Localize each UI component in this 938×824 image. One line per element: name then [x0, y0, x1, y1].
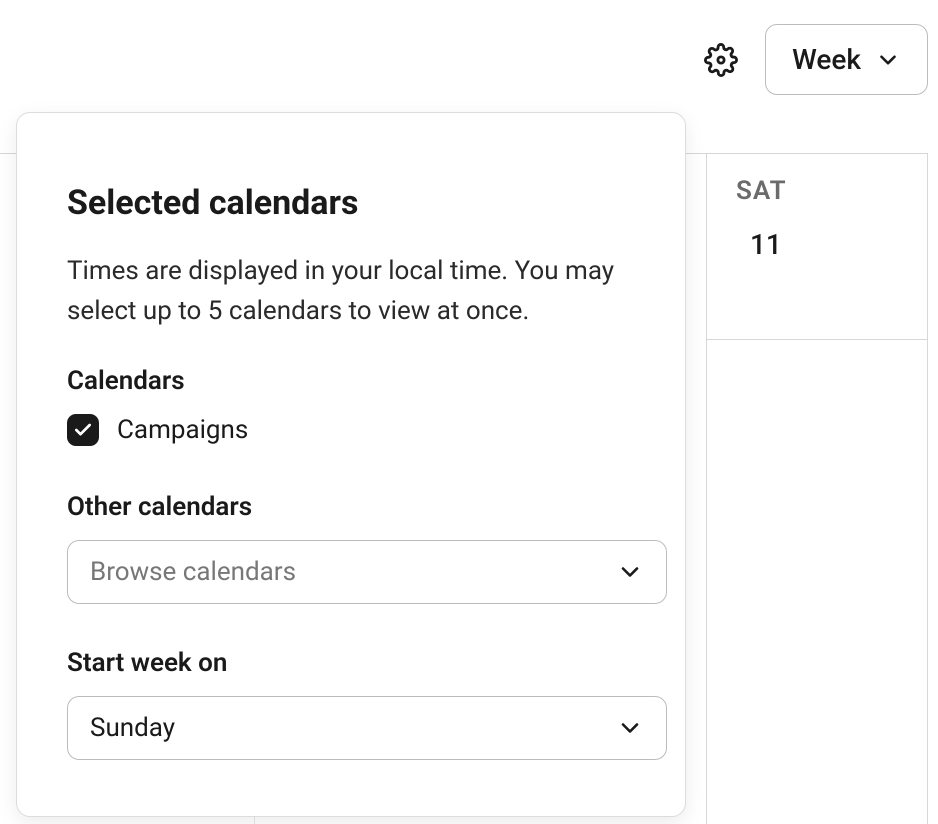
settings-button[interactable]	[701, 40, 741, 80]
start-week-select[interactable]: Sunday	[67, 696, 667, 760]
calendar-settings-popover: Selected calendars Times are displayed i…	[16, 112, 686, 817]
chevron-down-icon	[616, 714, 644, 742]
day-header-sat[interactable]: SAT 11	[706, 154, 928, 340]
day-of-month-label: 11	[736, 228, 897, 261]
popover-description: Times are displayed in your local time. …	[67, 251, 635, 332]
calendar-checkbox-label: Campaigns	[117, 415, 248, 445]
calendar-checkbox-campaigns[interactable]: Campaigns	[67, 414, 635, 446]
start-week-label: Start week on	[67, 648, 635, 678]
day-of-week-label: SAT	[736, 176, 897, 206]
browse-calendars-select[interactable]: Browse calendars	[67, 540, 667, 604]
chevron-down-icon	[875, 47, 901, 73]
other-calendars-label: Other calendars	[67, 492, 635, 522]
view-select[interactable]: Week	[765, 24, 928, 95]
toolbar: Week	[701, 24, 928, 95]
start-week-value: Sunday	[90, 713, 175, 743]
chevron-down-icon	[616, 558, 644, 586]
checkbox-checked-icon	[67, 414, 99, 446]
popover-title: Selected calendars	[67, 183, 635, 223]
view-select-label: Week	[792, 43, 861, 76]
calendars-section-label: Calendars	[67, 366, 635, 396]
gear-icon	[704, 43, 738, 77]
browse-calendars-placeholder: Browse calendars	[90, 557, 296, 587]
